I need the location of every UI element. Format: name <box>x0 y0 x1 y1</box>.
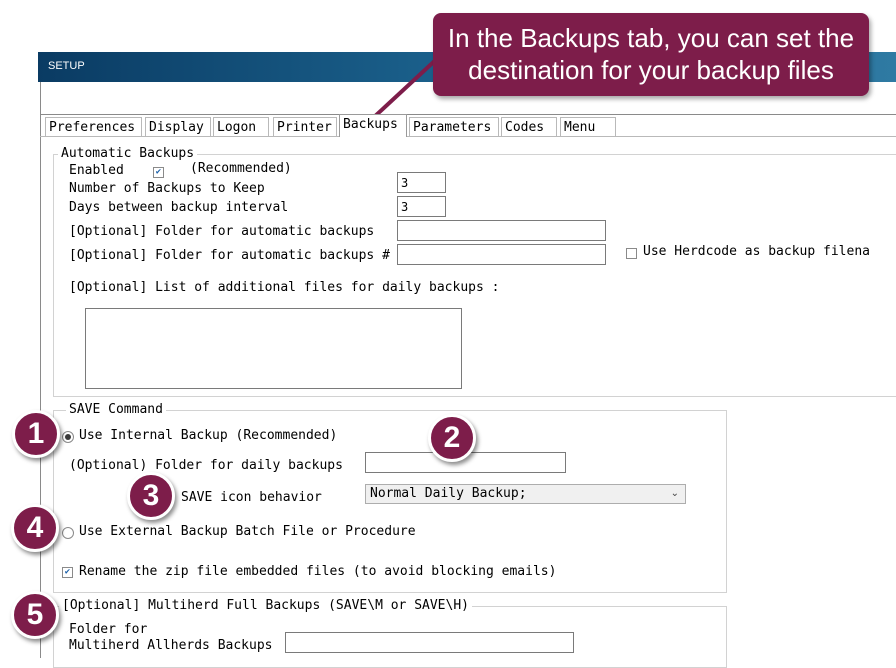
step-badge-2: 2 <box>428 414 476 462</box>
callout-pointer-line <box>371 54 442 120</box>
callout-line-2: destination for your backup files <box>468 55 834 85</box>
callout-line-1: In the Backups tab, you can set the <box>447 23 855 53</box>
callout-pointer <box>371 54 442 120</box>
step-badge-4: 4 <box>11 504 59 552</box>
callout-box: In the Backups tab, you can set the dest… <box>433 13 869 96</box>
step-badge-3: 3 <box>127 472 175 520</box>
step-badge-1: 1 <box>12 410 60 458</box>
step-badge-5: 5 <box>11 591 59 639</box>
tab-backups[interactable]: Backups <box>339 114 407 137</box>
